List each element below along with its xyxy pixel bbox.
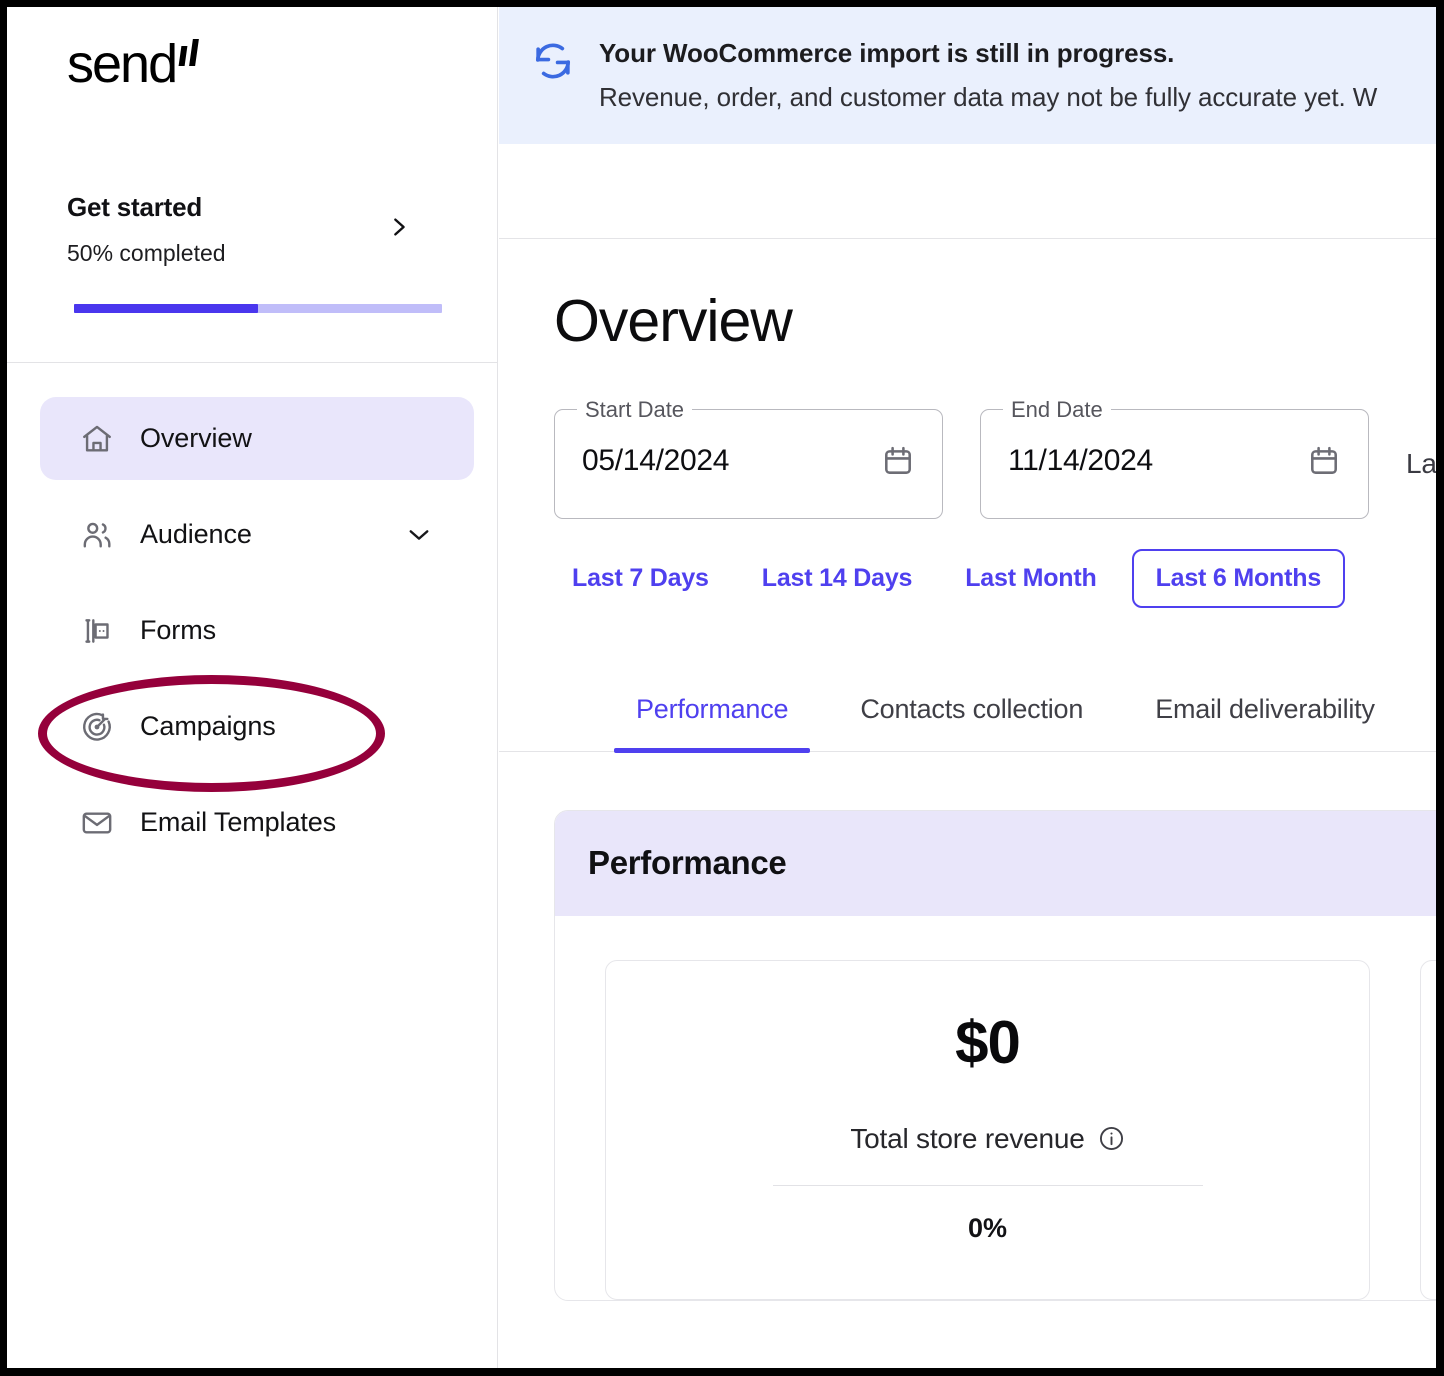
tab-performance[interactable]: Performance xyxy=(614,694,811,753)
sidebar-item-label: Forms xyxy=(140,615,216,645)
date-range-row: Start Date 05/14/2024 End Date 11/14/202… xyxy=(554,396,1436,519)
banner-text: Your WooCommerce import is still in prog… xyxy=(599,37,1377,144)
sidebar-item-forms[interactable]: Forms xyxy=(40,589,474,672)
sidebar-item-label: Overview xyxy=(140,423,252,453)
brand-logo[interactable]: send xyxy=(67,37,204,97)
get-started-panel[interactable]: Get started 50% completed xyxy=(7,192,498,313)
get-started-title: Get started xyxy=(67,192,203,222)
stat-label-row: Total store revenue xyxy=(850,1123,1124,1155)
quick-range-buttons: Last 7 Days Last 14 Days Last Month Last… xyxy=(554,548,1436,608)
form-icon xyxy=(78,612,116,650)
target-icon xyxy=(78,708,116,746)
banner-headline: Your WooCommerce import is still in prog… xyxy=(599,38,1175,68)
sidebar: send Get started 50% completed Overview … xyxy=(7,7,498,1368)
stat-delta: 0% xyxy=(967,1212,1008,1243)
end-date-value: 11/14/2024 xyxy=(1008,443,1153,477)
screenshot-frame: send Get started 50% completed Overview … xyxy=(7,7,1436,1368)
brand-logo-bars-icon xyxy=(178,39,204,66)
sidebar-item-email-templates[interactable]: Email Templates xyxy=(40,781,474,864)
chevron-right-icon[interactable] xyxy=(388,216,410,238)
envelope-icon xyxy=(78,804,116,842)
sidebar-item-campaigns[interactable]: Campaigns xyxy=(40,685,474,768)
calendar-icon[interactable] xyxy=(880,443,916,479)
end-date-label: End Date xyxy=(1003,396,1111,423)
brand-logo-text: send xyxy=(67,34,178,94)
stat-card-total-store-revenue: $0 Total store revenue 0% xyxy=(605,959,1370,1300)
performance-card-body: $0 Total store revenue 0% xyxy=(555,916,1436,1300)
banner-subtext: Revenue, order, and customer data may no… xyxy=(599,82,1378,112)
sidebar-nav: Overview Audience Forms Campaigns Email … xyxy=(7,397,498,877)
import-progress-banner: Your WooCommerce import is still in prog… xyxy=(499,7,1436,144)
performance-card: Performance $0 Total store revenue 0% xyxy=(554,809,1436,1301)
end-date-field[interactable]: End Date 11/14/2024 xyxy=(980,396,1369,519)
tab-email-deliverability[interactable]: Email deliverability xyxy=(1133,694,1397,751)
sidebar-item-label: Audience xyxy=(140,519,252,549)
get-started-progress-label: 50% completed xyxy=(67,240,226,266)
performance-card-header: Performance xyxy=(555,810,1436,916)
start-date-field[interactable]: Start Date 05/14/2024 xyxy=(554,396,943,519)
stat-divider xyxy=(772,1184,1203,1186)
sync-refresh-icon xyxy=(531,39,575,83)
home-icon xyxy=(78,420,116,458)
page-title: Overview xyxy=(554,288,793,354)
range-button-last-month[interactable]: Last Month xyxy=(947,549,1114,608)
sidebar-item-label: Email Templates xyxy=(140,807,337,837)
tab-contacts-collection[interactable]: Contacts collection xyxy=(838,694,1105,751)
start-date-label: Start Date xyxy=(577,396,693,423)
main-content: Your WooCommerce import is still in prog… xyxy=(499,7,1436,1368)
sidebar-item-overview[interactable]: Overview xyxy=(40,397,474,480)
performance-card-title: Performance xyxy=(588,844,787,882)
start-date-value: 05/14/2024 xyxy=(582,443,730,477)
stat-label: Total store revenue xyxy=(850,1122,1085,1154)
range-button-last-7-days[interactable]: Last 7 Days xyxy=(554,549,727,608)
sidebar-item-label: Campaigns xyxy=(140,711,276,741)
get-started-progress-bar xyxy=(74,304,442,313)
chevron-down-icon[interactable] xyxy=(408,528,430,542)
stat-value: $0 xyxy=(955,1008,1021,1076)
info-icon[interactable] xyxy=(1098,1125,1125,1152)
overview-tabs: Performance Contacts collection Email de… xyxy=(499,694,1436,753)
range-button-last-6-months[interactable]: Last 6 Months xyxy=(1131,548,1346,608)
stat-card-secondary xyxy=(1420,959,1436,1300)
range-button-last-14-days[interactable]: Last 14 Days xyxy=(744,549,930,608)
sidebar-item-audience[interactable]: Audience xyxy=(40,493,474,576)
users-icon xyxy=(78,516,116,554)
header-divider xyxy=(499,238,1436,239)
sidebar-divider xyxy=(7,362,498,363)
calendar-icon[interactable] xyxy=(1306,443,1342,479)
get-started-progress-fill xyxy=(74,304,258,313)
date-range-trailing-text: Las xyxy=(1406,447,1436,479)
